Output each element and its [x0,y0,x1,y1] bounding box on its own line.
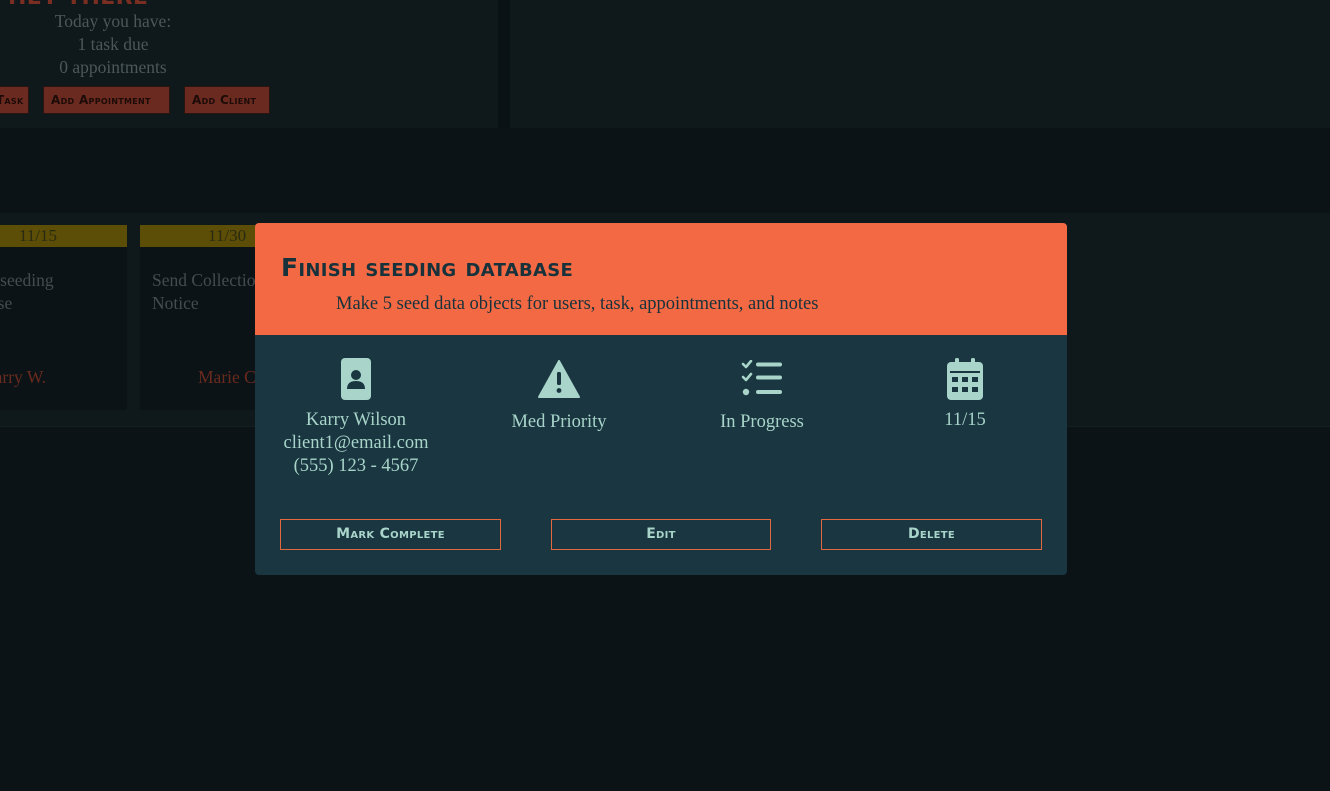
edit-button[interactable]: Edit [551,519,771,550]
add-appointment-button[interactable]: Add Appointment [43,86,170,114]
task-card-title-line2: database [0,293,13,313]
task-card-date: 11/15 [0,225,127,247]
task-card-client: Karry W. [0,367,47,387]
client-phone[interactable]: (555) 123 - 4567 [256,455,456,478]
mark-complete-button[interactable]: Mark Complete [280,519,501,550]
priority-info: Med Priority [459,358,659,434]
tasks-due-count: 1 task due [77,34,149,54]
add-client-button[interactable]: Add Client [184,86,270,114]
modal-header: Finish seeding database Make 5 seed data… [255,223,1067,335]
task-card[interactable]: 11/15 Finish seeding database Karry W. [0,225,127,410]
add-task-button[interactable]: Add Task [0,86,29,114]
modal-title: Finish seeding database [281,253,574,282]
status-info: In Progress [662,358,862,434]
delete-button[interactable]: Delete [821,519,1042,550]
today-summary: Today you have: 1 task due 0 appointment… [0,10,226,79]
due-date-info: 11/15 [865,358,1065,432]
task-card-title-line2: Notice [152,293,199,313]
panel-divider [498,0,510,128]
appointments-count: 0 appointments [59,57,167,77]
task-card-title-line1: Finish seeding [0,270,54,290]
checklist-icon [662,360,862,402]
client-email[interactable]: client1@email.com [256,432,456,455]
warning-triangle-icon [459,360,659,402]
client-name: Karry Wilson [305,410,407,430]
modal-description: Make 5 seed data objects for users, task… [336,294,819,314]
page-heading: HEY THERE [8,0,148,10]
client-info: Karry Wilson client1@email.com (555) 123… [256,358,456,478]
today-intro: Today you have: [54,11,172,31]
due-date-label: 11/15 [944,410,986,430]
task-card-client: Marie C. [198,367,261,387]
status-label: In Progress [720,412,804,432]
right-panel [510,0,1330,128]
priority-label: Med Priority [511,412,607,432]
contact-card-icon [256,358,456,400]
task-card-title: Finish seeding database [0,269,54,315]
task-card-title: Send Collections Notice [152,269,271,315]
task-detail-modal: Finish seeding database Make 5 seed data… [255,223,1067,575]
calendar-icon [865,358,1065,400]
task-card-title-line1: Send Collections [152,270,272,290]
summary-panel: HEY THERE Today you have: 1 task due 0 a… [0,0,510,128]
